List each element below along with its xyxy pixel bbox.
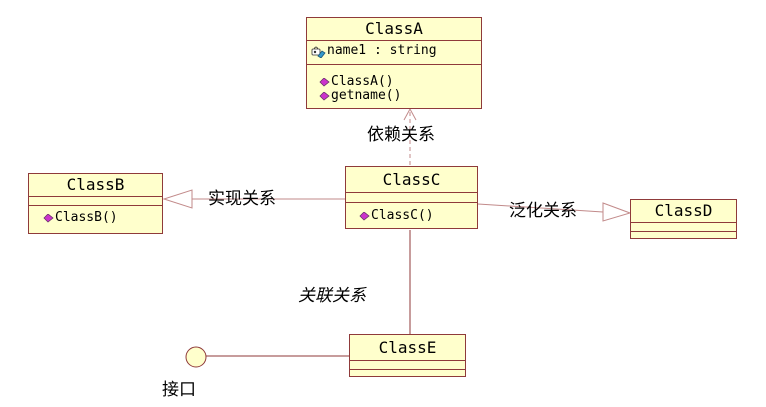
interface-circle-icon[interactable] bbox=[185, 346, 207, 368]
class-a-attribute[interactable]: name1 : string bbox=[311, 44, 481, 58]
class-a-operation-text: ClassA() bbox=[331, 74, 394, 89]
class-b-operation-text: ClassB() bbox=[55, 210, 118, 225]
class-a-attribute-text: name1 : string bbox=[327, 43, 437, 58]
class-b[interactable]: ClassB ClassB() bbox=[28, 173, 163, 234]
class-c-name: ClassC bbox=[346, 167, 477, 193]
interface-label: 接口 bbox=[162, 380, 196, 400]
class-b-name: ClassB bbox=[29, 174, 162, 197]
generalization-label: 泛化关系 bbox=[509, 201, 577, 221]
class-c-operation[interactable]: ClassC() bbox=[359, 209, 477, 223]
class-e-name: ClassE bbox=[350, 335, 465, 361]
class-e[interactable]: ClassE bbox=[349, 334, 466, 377]
attribute-key-icon bbox=[311, 46, 326, 58]
association-label: 关联关系 bbox=[298, 286, 366, 306]
class-a-operation-text: getname() bbox=[331, 88, 402, 103]
class-b-operation[interactable]: ClassB() bbox=[43, 211, 162, 225]
operation-diamond-icon bbox=[319, 77, 330, 86]
realization-label: 实现关系 bbox=[208, 189, 276, 209]
class-a[interactable]: ClassA name1 : string ClassA() getname() bbox=[306, 17, 482, 109]
operation-diamond-icon bbox=[359, 211, 370, 220]
class-c[interactable]: ClassC ClassC() bbox=[345, 166, 478, 229]
class-d-name: ClassD bbox=[631, 200, 736, 223]
class-a-operation-constructor[interactable]: ClassA() bbox=[319, 75, 481, 89]
class-c-operation-text: ClassC() bbox=[371, 208, 434, 223]
dependency-label: 依赖关系 bbox=[367, 125, 435, 145]
class-a-name: ClassA bbox=[307, 18, 481, 41]
operation-diamond-icon bbox=[43, 213, 54, 222]
class-a-operation-getname[interactable]: getname() bbox=[319, 89, 481, 103]
class-d[interactable]: ClassD bbox=[630, 199, 737, 239]
operation-diamond-icon bbox=[319, 91, 330, 100]
